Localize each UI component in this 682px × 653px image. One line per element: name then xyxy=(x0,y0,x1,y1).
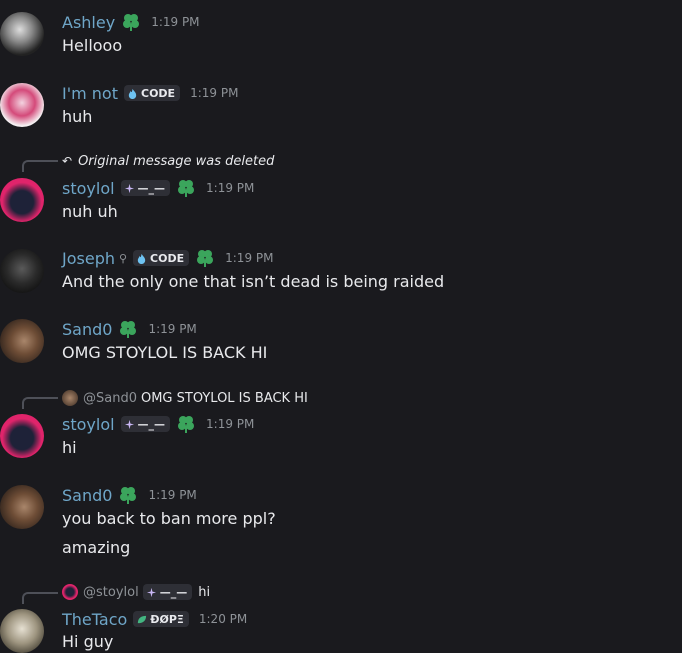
server-tag[interactable]: ÐØPΞ xyxy=(133,611,189,627)
reply-server-tag[interactable]: —_— xyxy=(142,584,193,600)
reply-preview[interactable]: ↶ Original message was deleted xyxy=(62,152,274,170)
message-text: you back to ban more ppl? xyxy=(62,509,276,528)
sparkle-icon xyxy=(146,587,157,598)
clover-badge-icon[interactable] xyxy=(176,414,196,434)
reply-text: hi xyxy=(198,584,211,600)
reply-connector xyxy=(22,592,58,604)
server-tag[interactable]: —_— xyxy=(120,180,171,196)
leaf-icon xyxy=(136,614,147,625)
message-text: hi xyxy=(62,438,77,457)
message-text: nuh uh xyxy=(62,202,118,221)
sparkle-icon xyxy=(124,419,135,430)
timestamp: 1:19 PM xyxy=(206,417,255,431)
username[interactable]: Sand0 xyxy=(62,320,112,339)
message-text-followup: amazing xyxy=(62,538,131,557)
message-text: Hi guy xyxy=(62,632,114,651)
server-tag[interactable]: —_— xyxy=(120,416,171,432)
username[interactable]: Ashley xyxy=(62,13,115,32)
reply-preview[interactable]: @Sand0 OMG STOYLOL IS BACK HI xyxy=(62,389,308,407)
sparkle-icon xyxy=(124,183,135,194)
server-tag-label: —_— xyxy=(137,181,166,195)
avatar[interactable] xyxy=(0,414,44,458)
reply-connector xyxy=(22,160,58,172)
timestamp: 1:19 PM xyxy=(148,322,197,336)
clover-badge-icon[interactable] xyxy=(121,12,141,32)
reply-preview[interactable]: @stoylol —_— hi xyxy=(62,583,210,601)
reply-text: Original message was deleted xyxy=(78,153,275,169)
server-tag-label: ÐØPΞ xyxy=(150,612,184,626)
avatar[interactable] xyxy=(0,83,44,127)
reply-username[interactable]: @stoylol xyxy=(83,585,139,600)
avatar[interactable] xyxy=(0,609,44,653)
username[interactable]: TheTaco xyxy=(62,610,127,629)
avatar[interactable] xyxy=(0,12,44,56)
timestamp: 1:19 PM xyxy=(151,15,200,29)
username[interactable]: Joseph xyxy=(62,249,115,268)
reply-connector xyxy=(22,397,58,409)
reply-server-tag-label: —_— xyxy=(159,585,188,599)
avatar[interactable] xyxy=(0,249,44,293)
username[interactable]: Sand0 xyxy=(62,486,112,505)
username[interactable]: stoylol xyxy=(62,179,115,198)
message-text: And the only one that isn’t dead is bein… xyxy=(62,272,445,291)
reply-arrow-icon: ↶ xyxy=(62,154,73,168)
clover-badge-icon[interactable] xyxy=(176,178,196,198)
message-text: OMG STOYLOL IS BACK HI xyxy=(62,343,268,362)
reply-text: OMG STOYLOL IS BACK HI xyxy=(140,390,308,406)
username[interactable]: I'm not xyxy=(62,84,118,103)
reply-username[interactable]: @Sand0 xyxy=(83,391,137,406)
timestamp: 1:19 PM xyxy=(206,181,255,195)
message-text: huh xyxy=(62,107,93,126)
server-tag[interactable]: CODE xyxy=(133,250,190,266)
avatar[interactable] xyxy=(0,319,44,363)
server-tag-label: —_— xyxy=(137,417,166,431)
timestamp: 1:20 PM xyxy=(198,612,248,626)
server-tag[interactable]: CODE xyxy=(124,85,181,101)
timestamp: 1:19 PM xyxy=(148,488,197,502)
avatar[interactable] xyxy=(0,178,44,222)
message-text: Hellooo xyxy=(62,36,123,55)
avatar[interactable] xyxy=(0,485,44,529)
timestamp: 1:19 PM xyxy=(190,86,239,100)
server-tag-label: CODE xyxy=(150,251,185,265)
clover-badge-icon[interactable] xyxy=(118,319,138,339)
server-tag-label: CODE xyxy=(141,86,176,100)
flame-icon xyxy=(127,88,138,99)
pin-icon: ⚲ xyxy=(118,251,128,265)
username[interactable]: stoylol xyxy=(62,415,115,434)
reply-avatar xyxy=(62,584,78,600)
clover-badge-icon[interactable] xyxy=(195,248,215,268)
timestamp: 1:19 PM xyxy=(225,251,274,265)
reply-avatar xyxy=(62,390,78,406)
clover-badge-icon[interactable] xyxy=(118,485,138,505)
flame-icon xyxy=(136,253,147,264)
